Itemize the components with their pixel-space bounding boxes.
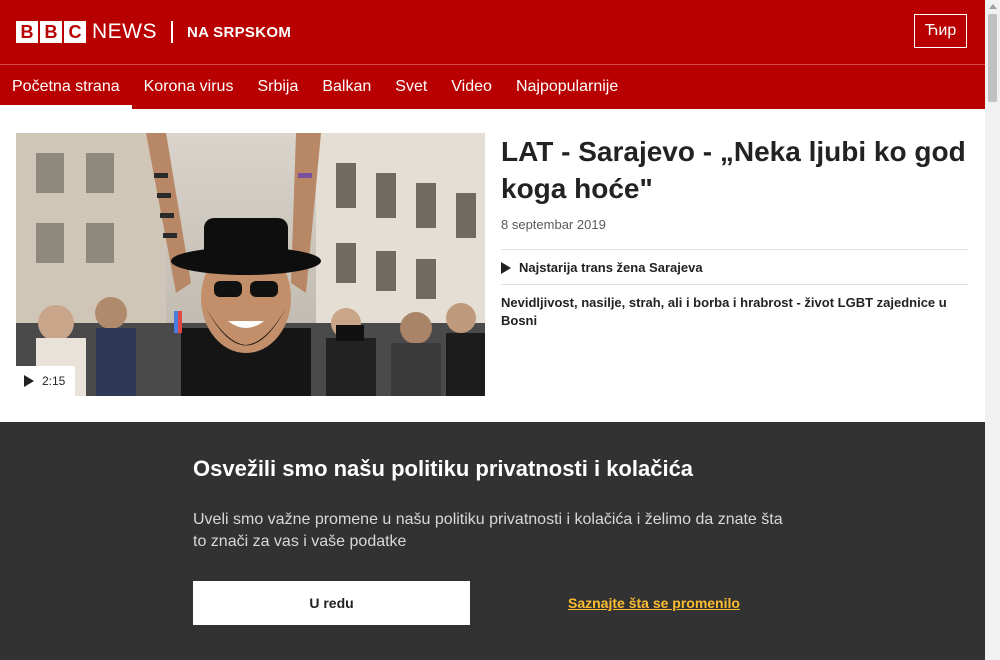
nav-item-svet[interactable]: Svet <box>383 65 439 109</box>
bbc-block-c: C <box>64 21 86 43</box>
play-icon <box>501 261 511 274</box>
story-date: 8 septembar 2019 <box>501 217 606 232</box>
story-video-thumbnail[interactable] <box>16 133 485 396</box>
main-nav: Početna strana Korona virus Srbija Balka… <box>0 64 985 109</box>
bbc-block-b2: B <box>40 21 62 43</box>
play-icon <box>24 375 34 387</box>
bbc-news-logo[interactable]: B B C NEWS NA SRPSKOM <box>16 20 291 44</box>
video-duration-badge[interactable]: 2:15 <box>16 366 75 396</box>
bbc-blocks: B B C <box>16 21 86 43</box>
scroll-up-icon[interactable] <box>989 4 997 9</box>
nav-item-home[interactable]: Početna strana <box>0 65 132 109</box>
related-story-link[interactable]: Nevidljivost, nasilje, strah, ali i borb… <box>501 294 961 330</box>
nav-item-balkan[interactable]: Balkan <box>310 65 383 109</box>
scroll-thumb[interactable] <box>988 14 997 102</box>
brand-divider <box>171 21 173 43</box>
page: B B C NEWS NA SRPSKOM Ћир Početna strana… <box>0 0 985 660</box>
cookie-banner: Osvežili smo našu politiku privatnosti i… <box>0 422 985 660</box>
page-scrollbar[interactable] <box>985 0 1000 660</box>
accept-button[interactable]: U redu <box>193 581 470 625</box>
site-header: B B C NEWS NA SRPSKOM Ћир <box>0 0 985 64</box>
learn-more-link[interactable]: Saznajte šta se promenilo <box>568 595 740 611</box>
bbc-block-b1: B <box>16 21 38 43</box>
nav-item-najpopularnije[interactable]: Najpopularnije <box>504 65 630 109</box>
cookie-banner-title: Osvežili smo našu politiku privatnosti i… <box>193 456 694 481</box>
script-toggle-button[interactable]: Ћир <box>914 14 967 48</box>
related-story-video-link[interactable]: Najstarija trans žena Sarajeva <box>501 260 703 275</box>
story-headline[interactable]: LAT - Sarajevo - „Neka ljubi ko god koga… <box>501 133 971 207</box>
related-story-label: Najstarija trans žena Sarajeva <box>519 260 703 275</box>
nav-item-srbija[interactable]: Srbija <box>245 65 310 109</box>
nav-item-video[interactable]: Video <box>439 65 504 109</box>
brand-news-text: NEWS <box>92 20 157 43</box>
nav-item-korona[interactable]: Korona virus <box>132 65 246 109</box>
video-duration: 2:15 <box>42 374 66 388</box>
edition-label: NA SRPSKOM <box>187 23 292 41</box>
cookie-banner-text: Uveli smo važne promene u našu politiku … <box>193 511 783 550</box>
divider <box>501 249 968 250</box>
video-still-image <box>16 133 485 396</box>
divider <box>501 284 968 285</box>
